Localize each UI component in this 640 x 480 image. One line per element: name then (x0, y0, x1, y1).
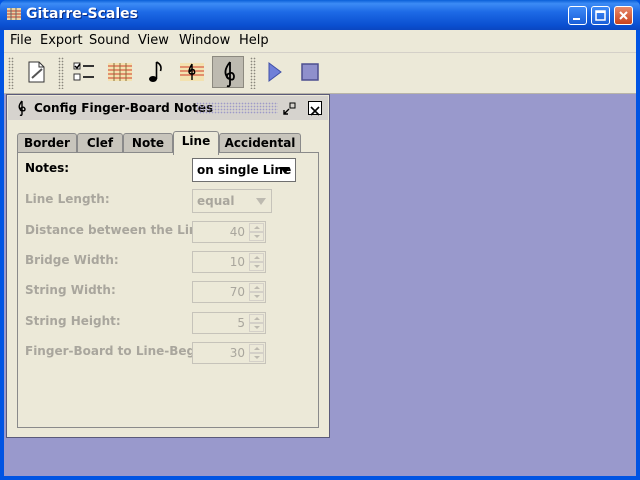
close-icon (310, 106, 320, 116)
line-settings-panel: Notes: on single Line Line Length: equal… (17, 152, 319, 428)
spinner-down-button[interactable] (249, 232, 264, 241)
restore-icon (283, 102, 296, 115)
guitar-frets-icon (7, 8, 21, 20)
new-document-button[interactable] (20, 56, 52, 88)
play-icon (268, 62, 282, 82)
menu-sound[interactable]: Sound (89, 33, 130, 48)
application-window: Gitarre-Scales File Export Sound View Wi… (0, 0, 640, 480)
menu-file[interactable]: File (10, 33, 32, 48)
menu-bar: File Export Sound View Window Help (4, 30, 636, 53)
spinner-up-button[interactable] (249, 253, 264, 262)
spinner-up-button[interactable] (249, 223, 264, 232)
stop-button[interactable] (294, 56, 326, 88)
toolbar-grip[interactable] (250, 57, 256, 89)
string-height-spinner[interactable]: 5 (192, 312, 266, 334)
tab-note[interactable]: Note (123, 133, 173, 153)
bridge-width-spinner[interactable]: 10 (192, 251, 266, 273)
minimize-button[interactable] (568, 6, 587, 25)
bridge-width-label: Bridge Width: (25, 253, 119, 267)
notes-label: Notes: (25, 161, 70, 175)
dialog-title: Config Finger-Board Notes (34, 101, 214, 115)
menu-window[interactable]: Window (179, 33, 230, 48)
fretboard-button[interactable] (104, 56, 136, 88)
distance-between-lines-label: Distance between the Lines: (25, 223, 218, 237)
clef-icon (18, 100, 26, 116)
stop-icon (301, 63, 319, 81)
distance-between-lines-value: 40 (229, 225, 245, 239)
client-area: File Export Sound View Window Help Confi… (4, 30, 636, 476)
spinner-down-button[interactable] (249, 292, 264, 301)
maximize-icon (595, 10, 606, 21)
dialog-close-button[interactable] (308, 101, 322, 116)
chevron-down-icon (256, 198, 266, 205)
line-length-value: equal (197, 194, 235, 208)
checklist-button[interactable] (68, 56, 100, 88)
close-icon (619, 11, 628, 20)
notes-dropdown[interactable]: on single Line (192, 158, 296, 182)
string-width-label: String Width: (25, 283, 116, 297)
menu-view[interactable]: View (138, 33, 169, 48)
fretboard-icon (108, 63, 132, 81)
staff-clef-icon (180, 63, 204, 81)
close-button[interactable] (614, 6, 633, 25)
tab-accidental[interactable]: Accidental (219, 133, 301, 153)
bridge-width-value: 10 (229, 255, 245, 269)
finger-board-to-line-begin-value: 30 (229, 346, 245, 360)
finger-board-to-line-begin-spinner[interactable]: 30 (192, 342, 266, 364)
spinner-down-button[interactable] (249, 323, 264, 332)
clef-icon (224, 61, 235, 88)
toolbar-grip[interactable] (8, 57, 14, 89)
string-width-spinner[interactable]: 70 (192, 281, 266, 303)
toolbar (4, 53, 636, 94)
maximize-button[interactable] (591, 6, 610, 25)
checklist-icon (73, 62, 94, 81)
title-bar[interactable]: Gitarre-Scales (0, 0, 640, 30)
distance-between-lines-spinner[interactable]: 40 (192, 221, 266, 243)
string-height-value: 5 (237, 316, 245, 330)
notes-value: on single Line (197, 163, 292, 177)
desktop-pane: Config Finger-Board Notes Border Clef No… (4, 94, 636, 476)
tab-line[interactable]: Line (173, 131, 219, 155)
note-button[interactable] (140, 56, 172, 88)
staff-clef-button[interactable] (176, 56, 208, 88)
spinner-down-button[interactable] (249, 262, 264, 271)
spinner-up-button[interactable] (249, 283, 264, 292)
note-icon (149, 61, 162, 82)
chevron-down-icon (280, 167, 290, 174)
spinner-up-button[interactable] (249, 314, 264, 323)
finger-board-to-line-begin-label: Finger-Board to Line-Begin: (25, 344, 213, 358)
config-finger-board-notes-dialog: Config Finger-Board Notes Border Clef No… (6, 94, 330, 438)
document-icon (28, 61, 45, 83)
detach-button[interactable] (282, 101, 296, 115)
spinner-down-button[interactable] (249, 353, 264, 362)
dialog-title-bar[interactable]: Config Finger-Board Notes (8, 96, 328, 120)
tab-clef[interactable]: Clef (77, 133, 123, 153)
menu-help[interactable]: Help (239, 33, 269, 48)
window-title: Gitarre-Scales (26, 6, 138, 22)
title-drag-texture (196, 102, 278, 114)
line-length-dropdown[interactable]: equal (192, 189, 272, 213)
spinner-up-button[interactable] (249, 344, 264, 353)
string-width-value: 70 (229, 285, 245, 299)
menu-export[interactable]: Export (40, 33, 83, 48)
line-length-label: Line Length: (25, 192, 110, 206)
string-height-label: String Height: (25, 314, 121, 328)
config-tabs: Border Clef Note Line Accidental (17, 131, 317, 155)
toolbar-grip[interactable] (58, 57, 64, 89)
play-button[interactable] (258, 56, 290, 88)
minimize-icon (573, 18, 580, 20)
tab-border[interactable]: Border (17, 133, 77, 153)
clef-button[interactable] (212, 56, 244, 88)
